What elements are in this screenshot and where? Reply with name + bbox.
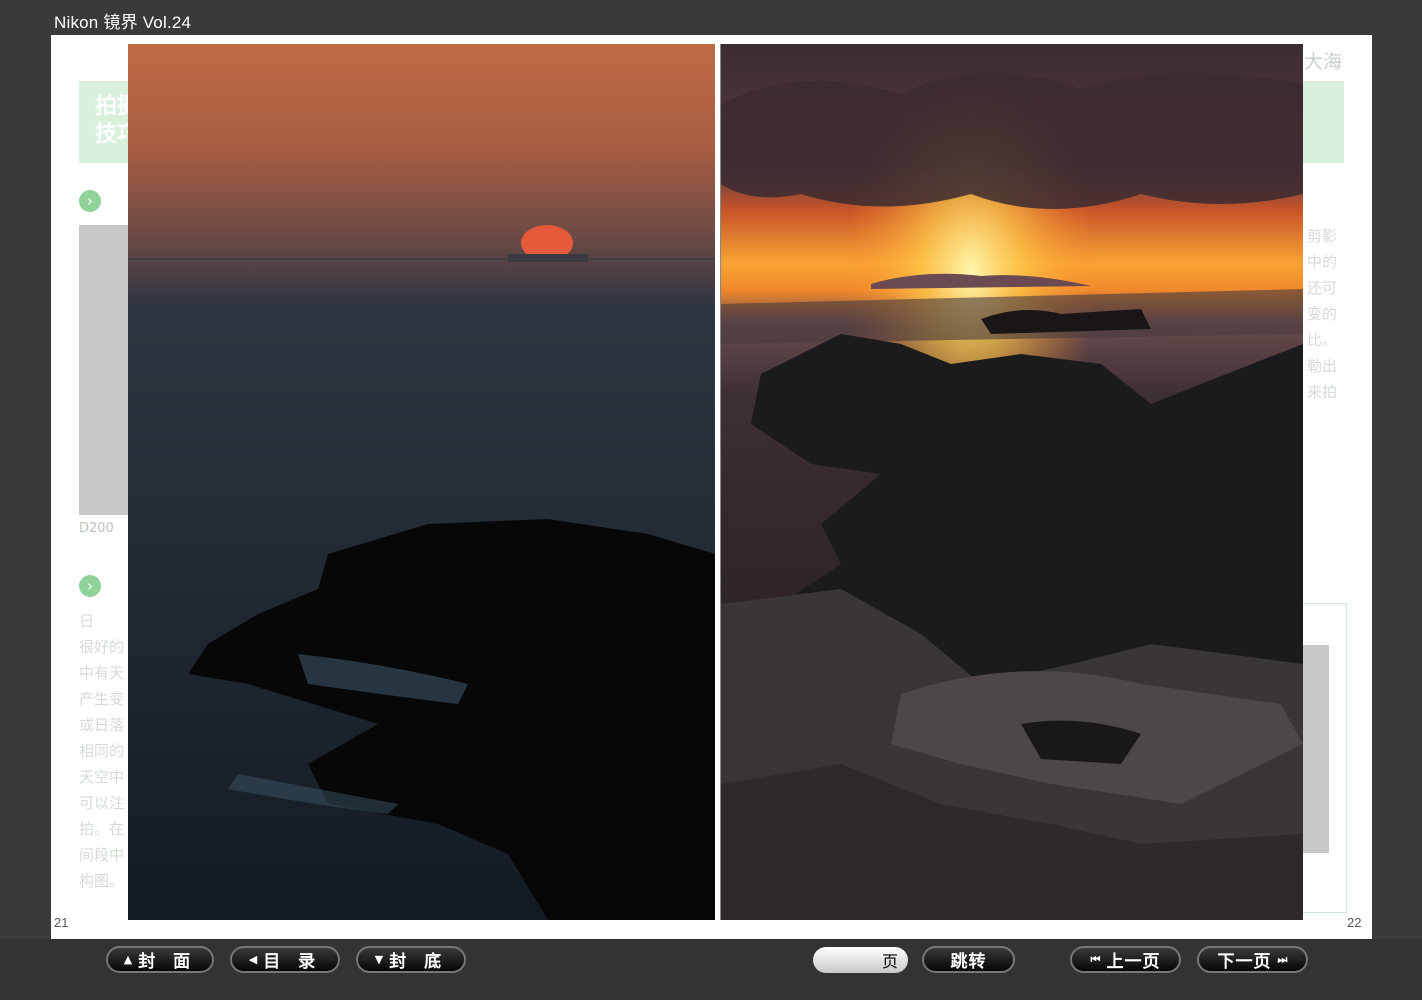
page-number-input[interactable]: 页 [813,947,908,973]
arrow-up-icon: ▲ [123,953,133,966]
body-text-right: 剪影 中的 还可 变的 比。 勒出 来拍 [1307,227,1338,401]
toc-button[interactable]: ◀ 目 录 [230,946,340,973]
back-cover-button[interactable]: ▼ 封 底 [356,946,466,973]
cover-button[interactable]: ▲ 封 面 [106,946,214,973]
arrow-left-icon: ◀ [248,953,258,966]
page-number-right: 22 [1347,915,1362,930]
chevron-right-icon: › [79,190,101,212]
prev-page-button[interactable]: ⏮ 上一页 [1070,946,1181,973]
photo-placeholder-left [79,225,129,515]
section-banner-right [1299,81,1344,163]
magazine-spread: 拍摄 技巧 › D200 › 日 很好的 中有天 产生变 或日落 相同的 天空中… [51,35,1372,939]
photo-sunset-sea [128,44,715,920]
arrow-down-icon: ▼ [374,953,384,966]
section-header-right: 大海 [1304,51,1343,73]
chevron-right-icon: › [79,575,101,597]
photo-sunset-rocks [720,44,1303,920]
page-number-left: 21 [54,915,69,930]
jump-button[interactable]: 跳转 [922,946,1015,973]
photo-caption: D200 [79,521,114,536]
body-text-left: 日 很好的 中有天 产生变 或日落 相同的 天空中 可以注 拍。在 间段中 构图… [79,612,125,890]
skip-forward-icon: ⏭ [1277,952,1288,966]
skip-back-icon: ⏮ [1090,952,1101,966]
app-title: Nikon 镜界 Vol.24 [54,13,192,32]
next-page-button[interactable]: 下一页 ⏭ [1197,946,1308,973]
photo-placeholder-right [1303,645,1329,853]
page-suffix-label: 页 [881,952,898,971]
